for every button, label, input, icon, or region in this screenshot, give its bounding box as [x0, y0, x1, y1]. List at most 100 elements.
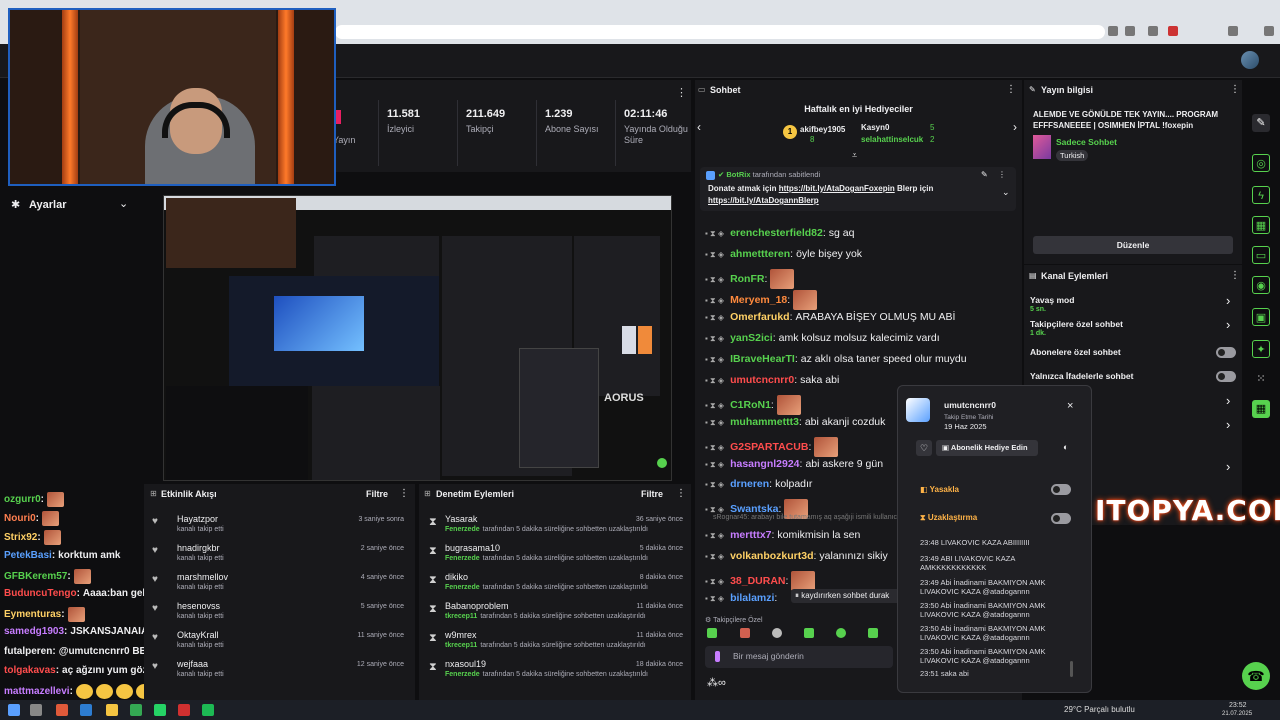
weather[interactable]: 29°C Parçalı bulutlu	[1064, 705, 1135, 714]
mod-tools-icon[interactable]: ▪ ⧗ ◈	[705, 334, 724, 343]
chat-username[interactable]: 38_DURAN	[730, 575, 785, 587]
support-chat-icon[interactable]: ☎	[1242, 662, 1270, 690]
moderator-name[interactable]: tkrecep11	[445, 642, 477, 649]
mod-tools-icon[interactable]: ▪ ⧗ ◈	[705, 443, 724, 452]
activity-user[interactable]: marshmellov	[177, 572, 228, 582]
extension-icon-2[interactable]	[1168, 26, 1178, 36]
mod-tools-icon[interactable]: ▪ ⧗ ◈	[705, 355, 724, 364]
chat-username[interactable]: RonFR	[730, 273, 764, 285]
chat-username[interactable]: futalperen	[4, 646, 52, 657]
chat-username[interactable]: Swantska	[730, 503, 778, 515]
chat-username[interactable]: GFBKerem57	[4, 571, 67, 582]
chevron-right-icon[interactable]: ›	[1013, 120, 1017, 134]
coin-icon[interactable]: ◐	[1063, 442, 1068, 452]
pinned-link-2[interactable]: https://bit.ly/AtaDogannBlerp	[708, 196, 819, 205]
nodes-icon[interactable]: ⁙	[1252, 370, 1270, 388]
save-icon[interactable]: ▣	[1252, 308, 1270, 326]
menu-icon[interactable]	[1264, 26, 1274, 36]
chat-username[interactable]: mattmazellevi	[4, 686, 70, 697]
extension-icon[interactable]	[1148, 26, 1158, 36]
filter-button[interactable]: Filtre	[366, 489, 388, 499]
more-icon[interactable]: ⋮	[676, 488, 686, 499]
mod-target-user[interactable]: nxasoul19	[445, 659, 486, 669]
chat-icon[interactable]: ▭	[1252, 246, 1270, 264]
chat-username[interactable]: C1RoN1	[730, 399, 771, 411]
more-icon[interactable]: ⋮	[1006, 84, 1016, 95]
chat-username[interactable]: erenchesterfield82	[730, 227, 823, 239]
expand-icon[interactable]: ⩡	[852, 150, 857, 161]
scrollbar[interactable]	[1070, 661, 1073, 677]
chat-username[interactable]: bilalamzi	[730, 592, 774, 604]
chat-username[interactable]: drneren	[730, 478, 769, 490]
address-bar[interactable]	[335, 25, 1105, 39]
mod-tools-icon[interactable]: ▪ ⧗ ◈	[705, 460, 724, 469]
chat-username[interactable]: hasangnl2924	[730, 458, 799, 470]
chevron-right-icon[interactable]: ›	[1226, 293, 1230, 308]
broadcast-icon[interactable]: ◉	[1252, 276, 1270, 294]
more-icon[interactable]: ⋮	[676, 86, 687, 99]
search-icon[interactable]	[30, 704, 42, 716]
more-icon[interactable]: ⋮	[998, 170, 1006, 179]
chat-username[interactable]: mertttx7	[730, 529, 771, 541]
activity-user[interactable]: OktayKrall	[177, 630, 219, 640]
chat-username[interactable]: Omerfarukd	[730, 311, 790, 323]
mod-tools-icon[interactable]: ▪ ⧗ ◈	[705, 313, 724, 322]
chat-input[interactable]: Bir mesaj gönderin	[705, 646, 893, 668]
emote-quick-3[interactable]	[772, 628, 782, 638]
channel-action-item[interactable]: Abonelere özel sohbet	[1030, 345, 1236, 367]
mod-tools-icon[interactable]: ▪ ⧗ ◈	[705, 275, 724, 284]
mod-tools-icon[interactable]: ▪ ⧗ ◈	[705, 296, 724, 305]
chat-username[interactable]: volkanbozkurt3d	[730, 550, 813, 562]
mod-target-user[interactable]: Babanoproblem	[445, 601, 509, 611]
whatsapp-icon[interactable]	[154, 704, 166, 716]
moderator-name[interactable]: Fenerzede	[445, 584, 480, 591]
mod-tools-icon[interactable]: ▪ ⧗ ◈	[705, 531, 724, 540]
chevron-down-icon[interactable]: ⌄	[119, 197, 128, 210]
chat-username[interactable]: Meryem_18	[730, 294, 787, 306]
wrench-icon[interactable]: ✦	[1252, 340, 1270, 358]
pinned-link-1[interactable]: https://bit.ly/AtaDoganFoxepin	[779, 184, 895, 193]
extensions-puzzle-icon[interactable]	[1228, 26, 1238, 36]
mod-tools-icon[interactable]: ▪ ⧗ ◈	[705, 401, 724, 410]
chat-username[interactable]: PetekBasi	[4, 550, 52, 561]
mod-target-user[interactable]: Yasarak	[445, 514, 477, 524]
mod-target-user[interactable]: dikiko	[445, 572, 468, 582]
avatar[interactable]	[1241, 51, 1259, 69]
obs-icon[interactable]	[178, 704, 190, 716]
activity-user[interactable]: hnadirgkbr	[177, 543, 220, 553]
chat-username[interactable]: ozgurr0	[4, 494, 41, 505]
translate-icon[interactable]	[1108, 26, 1118, 36]
shield-icon[interactable]: ◎	[1252, 154, 1270, 172]
chevron-right-icon[interactable]: ›	[1226, 459, 1230, 474]
mod-tools-icon[interactable]: ▪ ⧗ ◈	[705, 577, 724, 586]
spotify-icon[interactable]	[202, 704, 214, 716]
moderator-name[interactable]: tkrecep11	[445, 613, 477, 620]
more-icon[interactable]: ⋮	[399, 488, 409, 499]
emote-quick-4[interactable]	[804, 628, 814, 638]
moderator-name[interactable]: Fenerzede	[445, 555, 480, 562]
chrome-icon[interactable]	[130, 704, 142, 716]
chevron-right-icon[interactable]: ›	[1226, 417, 1230, 432]
star-icon[interactable]	[1125, 26, 1135, 36]
emote-picker-icon[interactable]: ⁂∞	[707, 676, 726, 689]
windows-start-icon[interactable]	[8, 704, 20, 716]
mod-tools-icon[interactable]: ▪ ⧗ ◈	[705, 376, 724, 385]
more-icon[interactable]: ⋮	[1230, 270, 1240, 281]
chat-username[interactable]: samedg1903	[4, 626, 64, 637]
activity-user[interactable]: Hayatzpor	[177, 514, 218, 524]
chat-username[interactable]: Strix92	[4, 533, 37, 544]
app-icon-1[interactable]	[56, 704, 68, 716]
chat-username[interactable]: tolgakavas	[4, 665, 56, 676]
more-icon[interactable]: ⋮	[1230, 84, 1240, 95]
emote-quick-6[interactable]	[868, 628, 878, 638]
chat-username[interactable]: G2SPARTACUB	[730, 441, 808, 453]
lightning-icon[interactable]: ϟ	[1252, 186, 1270, 204]
edit-icon[interactable]: ✎	[1252, 114, 1270, 132]
mod-tools-icon[interactable]: ▪ ⧗ ◈	[705, 250, 724, 259]
ban-toggle[interactable]	[1051, 484, 1071, 495]
filter-button[interactable]: Filtre	[641, 489, 663, 499]
edit-button[interactable]: Düzenle	[1033, 236, 1233, 254]
channel-action-item[interactable]: Yavaş mod 5 sn. ›	[1030, 293, 1236, 315]
chevron-right-icon[interactable]: ›	[1226, 317, 1230, 332]
moderator-name[interactable]: Fenerzede	[445, 671, 480, 678]
